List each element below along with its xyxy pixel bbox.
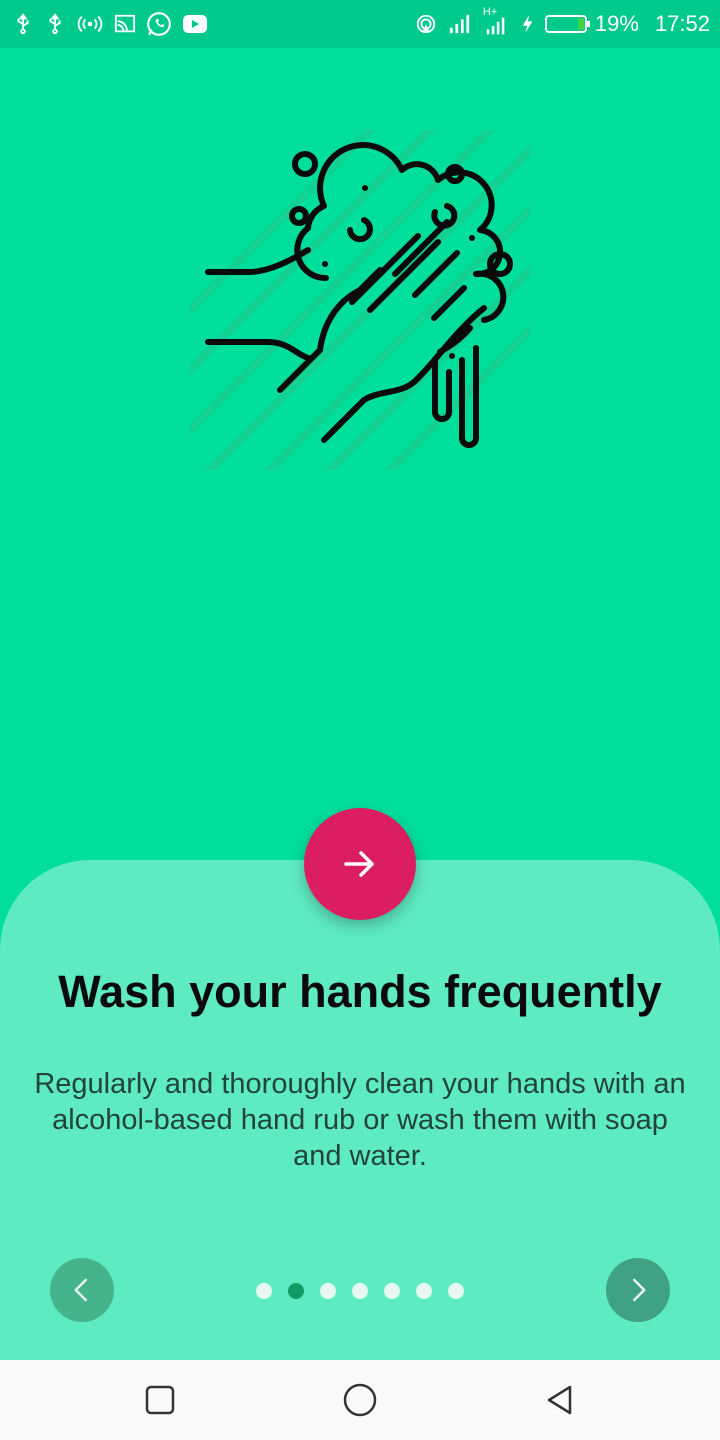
back-button[interactable] [540, 1380, 580, 1420]
network-type-label: H+ [483, 6, 511, 36]
usb-icon [17, 13, 29, 35]
cast-icon [114, 14, 136, 33]
page-indicator [256, 1282, 464, 1300]
status-bar: H+ 19% 17:52 [0, 0, 720, 48]
status-left-icons [12, 11, 208, 37]
slide-description: Regularly and thoroughly clean your hand… [34, 1068, 686, 1172]
page-dot[interactable] [384, 1283, 400, 1299]
next-arrow-button[interactable] [304, 808, 416, 920]
battery-icon [544, 15, 590, 33]
hotspot-icon [77, 16, 103, 32]
page-dot[interactable] [320, 1283, 336, 1299]
wifi-hotspot-icon [416, 14, 436, 34]
previous-slide-button[interactable] [50, 1258, 114, 1322]
recents-icon [145, 1385, 175, 1415]
home-icon [343, 1383, 377, 1417]
signal-icon [449, 14, 470, 34]
youtube-icon [183, 15, 207, 33]
page-dot[interactable] [416, 1283, 432, 1299]
arrow-right-icon [344, 851, 374, 877]
next-slide-button[interactable] [606, 1258, 670, 1322]
usb-icon [49, 13, 61, 35]
system-nav-bar [0, 1360, 720, 1440]
status-right-icons: H+ 19% 17:52 [415, 6, 710, 37]
hand-washing-icon [190, 130, 530, 470]
page-dot[interactable] [256, 1283, 272, 1299]
home-button[interactable] [340, 1380, 380, 1420]
charging-icon [522, 15, 533, 33]
chevron-left-icon [74, 1278, 87, 1302]
slide-title: Wash your hands frequently [58, 966, 662, 1017]
page-dot[interactable] [352, 1283, 368, 1299]
recents-button[interactable] [140, 1380, 180, 1420]
whatsapp-icon [147, 12, 171, 36]
battery-percent: 19% [594, 11, 639, 36]
signal-icon [486, 17, 505, 35]
back-icon [547, 1385, 572, 1415]
clock: 17:52 [654, 11, 710, 36]
chevron-right-icon [633, 1278, 646, 1302]
page-dot[interactable] [448, 1283, 464, 1299]
page-dot-active[interactable] [288, 1283, 304, 1299]
